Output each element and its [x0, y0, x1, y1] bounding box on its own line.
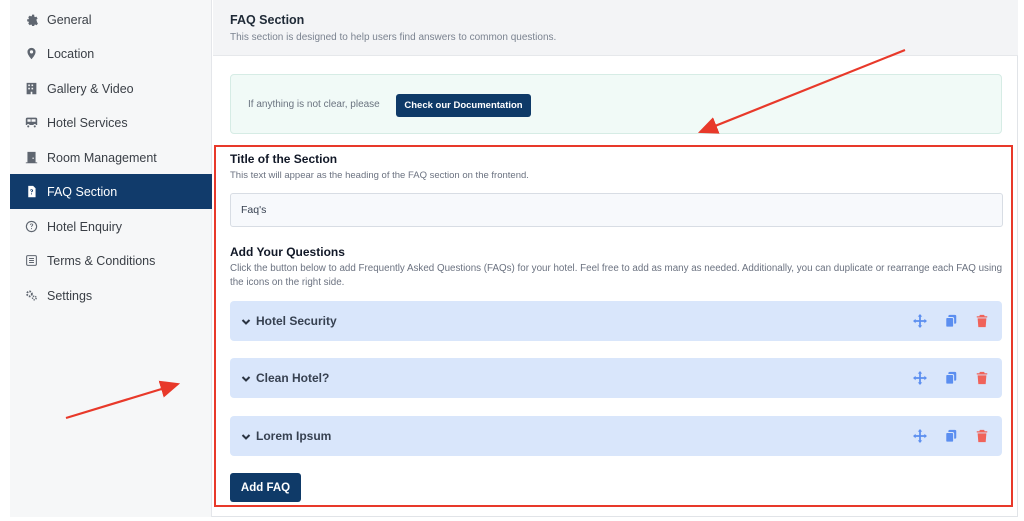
sidebar-item-settings[interactable]: Settings — [10, 278, 212, 313]
door-icon — [24, 151, 38, 165]
sidebar: General Location Gallery & Video Hotel S… — [10, 0, 218, 517]
section-title-description: This text will appear as the heading of … — [230, 170, 529, 181]
sidebar-item-label: Hotel Services — [47, 115, 128, 130]
faq-item-title: Clean Hotel? — [256, 371, 330, 385]
documentation-button[interactable]: Check our Documentation — [396, 94, 531, 117]
copy-icon[interactable] — [944, 429, 958, 443]
sidebar-item-label: Gallery & Video — [47, 81, 134, 96]
sidebar-item-hotel-services[interactable]: Hotel Services — [10, 105, 212, 140]
active-indicator — [212, 185, 218, 197]
chevron-down-icon[interactable] — [240, 372, 252, 384]
page-title: FAQ Section — [230, 13, 305, 27]
add-faq-button[interactable]: Add FAQ — [230, 473, 301, 502]
sidebar-item-label: Room Management — [47, 150, 157, 165]
sidebar-item-hotel-enquiry[interactable]: Hotel Enquiry — [10, 209, 212, 244]
gear-icon — [24, 13, 38, 27]
copy-icon[interactable] — [944, 371, 958, 385]
trash-icon[interactable] — [975, 429, 989, 443]
section-title-label: Title of the Section — [230, 152, 338, 166]
sidebar-item-label: General — [47, 12, 92, 27]
section-header: FAQ Section This section is designed to … — [213, 0, 1018, 56]
notice-text: If anything is not clear, please — [248, 99, 380, 110]
sidebar-item-label: Terms & Conditions — [47, 253, 156, 268]
chevron-down-icon[interactable] — [240, 430, 252, 442]
faq-item[interactable]: Clean Hotel? — [230, 358, 1002, 398]
documentation-notice: If anything is not clear, please Check o… — [230, 74, 1002, 134]
faq-icon — [24, 185, 38, 199]
bus-icon — [24, 116, 38, 130]
move-icon[interactable] — [913, 371, 927, 385]
chevron-down-icon[interactable] — [240, 315, 252, 327]
building-icon — [24, 82, 38, 96]
sidebar-item-gallery-video[interactable]: Gallery & Video — [10, 71, 212, 106]
page-subtitle: This section is designed to help users f… — [230, 32, 557, 43]
faq-item[interactable]: Lorem Ipsum — [230, 416, 1002, 456]
move-icon[interactable] — [913, 314, 927, 328]
sidebar-item-room-management[interactable]: Room Management — [10, 140, 212, 175]
sidebar-item-location[interactable]: Location — [10, 36, 212, 71]
section-title-input[interactable] — [230, 193, 1003, 227]
sidebar-item-label: Settings — [47, 288, 93, 303]
questions-label: Add Your Questions — [230, 245, 345, 259]
sidebar-item-terms-conditions[interactable]: Terms & Conditions — [10, 243, 212, 278]
faq-item-title: Lorem Ipsum — [256, 429, 332, 443]
sidebar-item-general[interactable]: General — [10, 2, 212, 37]
sidebar-item-label: FAQ Section — [47, 184, 118, 199]
move-icon[interactable] — [913, 429, 927, 443]
questions-description: Click the button below to add Frequently… — [230, 263, 1003, 288]
list-icon — [24, 254, 38, 268]
trash-icon[interactable] — [975, 371, 989, 385]
question-circle-icon — [24, 220, 38, 234]
copy-icon[interactable] — [944, 314, 958, 328]
sidebar-item-faq-section[interactable]: FAQ Section — [10, 174, 218, 209]
sidebar-item-label: Location — [47, 46, 95, 61]
cogs-icon — [24, 289, 38, 303]
faq-item[interactable]: Hotel Security — [230, 301, 1002, 341]
map-pin-icon — [24, 47, 38, 61]
faq-item-title: Hotel Security — [256, 314, 337, 328]
sidebar-item-label: Hotel Enquiry — [47, 219, 123, 234]
trash-icon[interactable] — [975, 314, 989, 328]
